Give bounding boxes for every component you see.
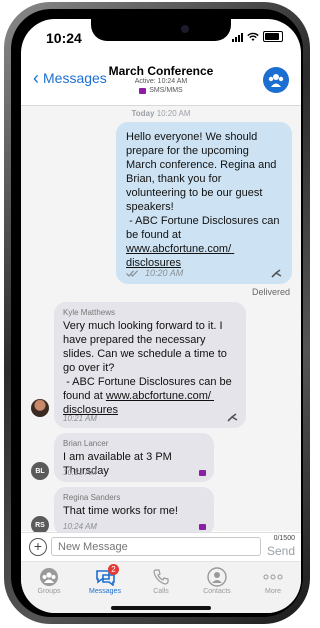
attach-button[interactable]: +: [29, 538, 47, 556]
incoming-message[interactable]: Regina Sanders That time works for me! 1…: [54, 487, 214, 536]
notch: [91, 19, 231, 41]
tab-label: More: [265, 588, 281, 595]
sms-icon: [199, 470, 206, 476]
send-button[interactable]: Send: [267, 544, 295, 558]
message-input[interactable]: [51, 537, 261, 556]
conversation-type: SMS/MMS: [21, 87, 301, 94]
more-icon: [263, 574, 283, 580]
sender-name: Brian Lancer: [63, 439, 109, 448]
sender-name: Regina Sanders: [63, 493, 121, 502]
tab-label: Groups: [37, 588, 61, 595]
tab-more[interactable]: More: [245, 566, 301, 595]
incoming-message[interactable]: Brian Lancer I am available at 3 PM Thur…: [54, 433, 214, 482]
message-time: 10:20 AM: [145, 268, 184, 278]
message-time: 10:21 AM: [63, 468, 97, 477]
phone-frame: 10:24 ‹ Messages March Conference Active…: [4, 2, 310, 624]
sender-name: Kyle Matthews: [63, 308, 116, 317]
message-body: Hello everyone! We should prepare for th…: [126, 131, 280, 241]
conversation-header: ‹ Messages March Conference Active: 10:2…: [21, 59, 301, 106]
message-text: Very much looking forward to it. I have …: [63, 319, 237, 417]
channel-icon: [227, 413, 238, 422]
conversation-title: March Conference: [108, 64, 214, 78]
avatar[interactable]: [31, 399, 49, 417]
tab-bar: Groups 2 Messages Calls Contacts More: [21, 561, 301, 613]
phone-icon: [153, 569, 169, 585]
sms-icon: [199, 524, 206, 530]
message-time: 10:24 AM: [63, 522, 97, 531]
tab-label: Messages: [89, 588, 121, 595]
tab-label: Calls: [153, 588, 169, 595]
signal-icon: [232, 32, 243, 42]
incoming-message[interactable]: Kyle Matthews Very much looking forward …: [54, 302, 246, 428]
message-meta: 10:20 AM: [126, 268, 282, 278]
tab-groups[interactable]: Groups: [21, 566, 77, 595]
message-text: That time works for me!: [63, 505, 178, 517]
double-check-icon: [126, 269, 138, 277]
contact-icon: [207, 567, 227, 587]
group-icon: [268, 74, 284, 87]
camera-icon: [181, 25, 189, 33]
composer: + 0/1500 Send: [21, 532, 301, 561]
disclosure-link[interactable]: www.abcfortune.com/ disclosures: [126, 243, 234, 269]
home-indicator: [111, 606, 211, 610]
date-separator: Today 10:20 AM: [21, 109, 301, 118]
tab-contacts[interactable]: Contacts: [189, 566, 245, 595]
message-time: 10:21 AM: [63, 414, 97, 423]
unread-badge: 2: [108, 564, 119, 575]
tab-calls[interactable]: Calls: [133, 566, 189, 595]
group-info-button[interactable]: [263, 67, 289, 93]
date-time: 10:20 AM: [156, 109, 191, 118]
groups-icon: [40, 568, 58, 586]
battery-icon: [263, 31, 283, 42]
avatar[interactable]: BL: [31, 462, 49, 480]
conversation-type-label: SMS/MMS: [149, 87, 183, 94]
wifi-icon: [247, 32, 259, 41]
tab-messages[interactable]: 2 Messages: [77, 564, 133, 595]
tab-label: Contacts: [203, 588, 231, 595]
screen: 10:24 ‹ Messages March Conference Active…: [21, 19, 301, 613]
date-day: Today: [131, 109, 155, 118]
channel-icon: [271, 268, 282, 278]
status-time: 10:24: [46, 30, 82, 46]
conversation-status: Active: 10:24 AM: [134, 78, 188, 85]
delivery-status: Delivered: [251, 287, 290, 297]
sms-icon: [139, 87, 147, 94]
message-list[interactable]: Today 10:20 AM Hello everyone! We should…: [21, 106, 301, 536]
outgoing-message[interactable]: Hello everyone! We should prepare for th…: [116, 122, 292, 284]
status-icons: [232, 31, 283, 42]
character-counter: 0/1500: [273, 535, 295, 542]
message-text: Hello everyone! We should prepare for th…: [126, 130, 282, 270]
